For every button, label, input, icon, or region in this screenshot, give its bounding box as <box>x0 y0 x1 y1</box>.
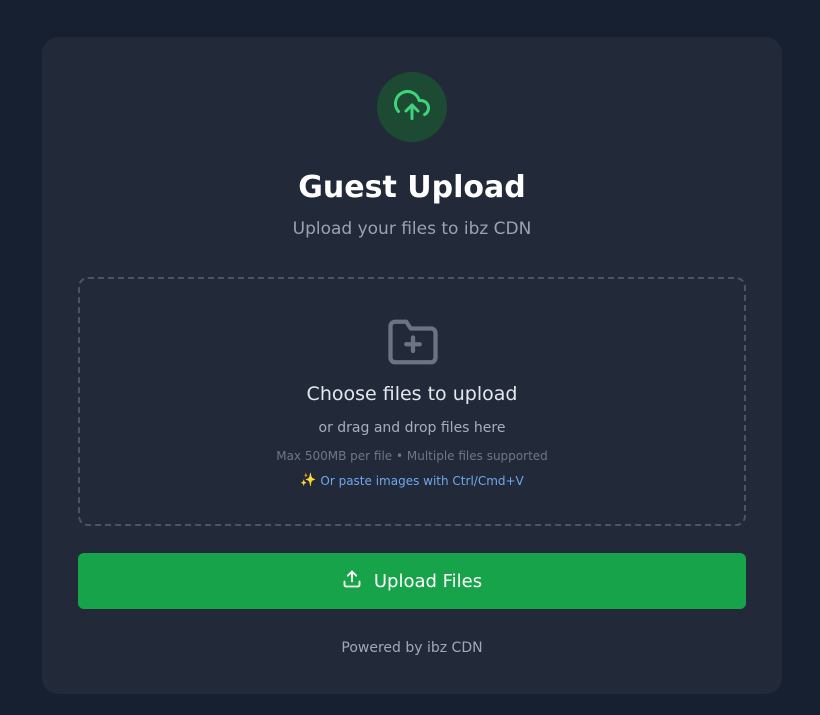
paste-hint-text: Or paste images with Ctrl/Cmd+V <box>320 474 524 488</box>
file-dropzone[interactable]: Choose files to upload or drag and drop … <box>78 277 746 526</box>
upload-files-button[interactable]: Upload Files <box>78 553 746 609</box>
page-subtitle: Upload your files to ibz CDN <box>292 219 532 239</box>
dropzone-limits: Max 500MB per file • Multiple files supp… <box>276 449 548 463</box>
guest-upload-card: Guest Upload Upload your files to ibz CD… <box>42 37 782 694</box>
upload-button-label: Upload Files <box>373 570 483 592</box>
sparkles-icon: ✨ <box>300 473 317 488</box>
upload-icon <box>342 569 362 594</box>
page-title: Guest Upload <box>298 170 526 205</box>
dropzone-title: Choose files to upload <box>306 383 518 405</box>
cloud-upload-icon <box>394 87 430 127</box>
footer-text: Powered by ibz CDN <box>341 640 483 656</box>
paste-hint: ✨ Or paste images with Ctrl/Cmd+V <box>80 472 744 490</box>
upload-badge <box>377 72 447 142</box>
folder-plus-icon <box>386 317 440 367</box>
dropzone-subtitle: or drag and drop files here <box>318 420 506 436</box>
